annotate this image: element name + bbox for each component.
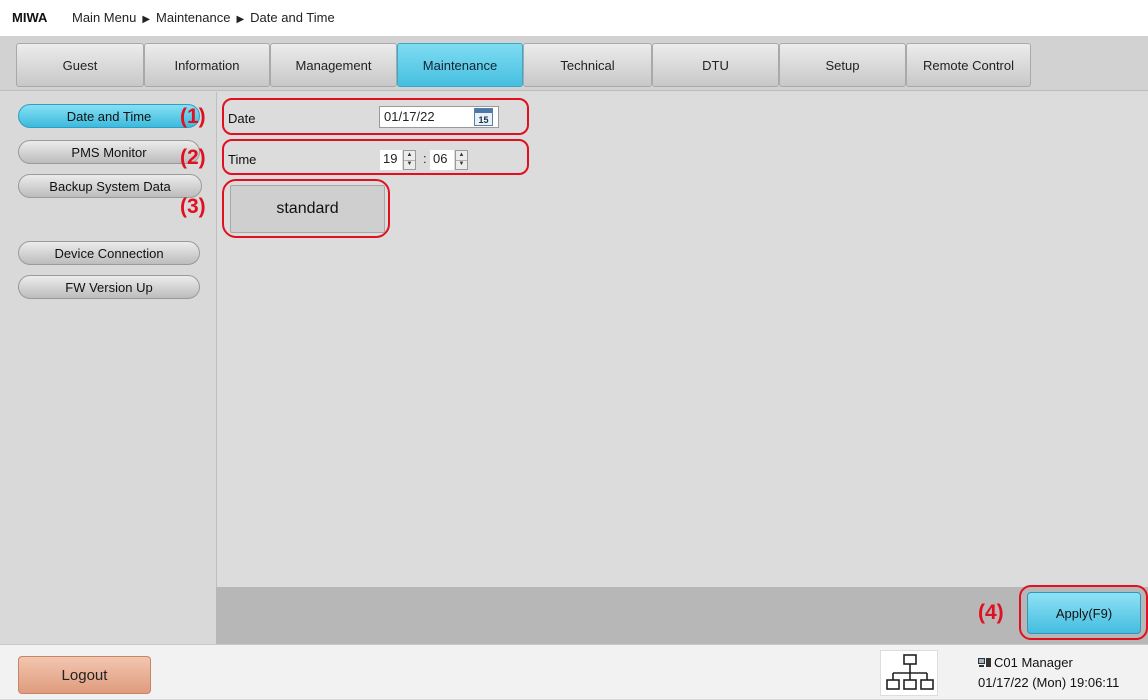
annotation-box-date <box>222 98 529 135</box>
sidebar-item-fw-version-up[interactable]: FW Version Up <box>18 275 200 299</box>
annotation-marker-1: (1) <box>180 105 206 128</box>
breadcrumb-arrow-icon: ▶ <box>236 14 245 25</box>
annotation-box-time <box>222 139 529 175</box>
action-bar <box>216 587 1148 644</box>
brand-logo: MIWA <box>12 10 48 25</box>
annotation-marker-3: (3) <box>180 195 206 218</box>
logout-button[interactable]: Logout <box>18 656 151 694</box>
breadcrumb-item-current: Date and Time <box>250 10 335 25</box>
breadcrumb: Main Menu ▶ Maintenance ▶ Date and Time <box>72 10 335 25</box>
tab-information[interactable]: Information <box>144 43 270 87</box>
tab-technical[interactable]: Technical <box>523 43 652 87</box>
tab-dtu[interactable]: DTU <box>652 43 779 87</box>
clock-text: 01/17/22 (Mon) 19:06:11 <box>978 675 1120 690</box>
tab-setup[interactable]: Setup <box>779 43 906 87</box>
annotation-marker-2: (2) <box>180 146 206 169</box>
tab-remote-control[interactable]: Remote Control <box>906 43 1031 87</box>
annotation-box-apply <box>1019 585 1148 640</box>
sidebar-item-pms-monitor[interactable]: PMS Monitor <box>18 140 200 164</box>
computer-icon <box>978 656 992 667</box>
sidebar-item-device-connection[interactable]: Device Connection <box>18 241 200 265</box>
breadcrumb-item-main-menu[interactable]: Main Menu <box>72 10 136 25</box>
tab-maintenance[interactable]: Maintenance <box>397 43 523 87</box>
user-info: C01 Manager <box>978 655 1073 670</box>
network-icon[interactable] <box>880 650 938 696</box>
sidebar-item-date-and-time[interactable]: Date and Time <box>18 104 200 128</box>
breadcrumb-item-maintenance[interactable]: Maintenance <box>156 10 230 25</box>
tab-management[interactable]: Management <box>270 43 397 87</box>
footer <box>0 644 1148 699</box>
breadcrumb-arrow-icon: ▶ <box>142 14 151 25</box>
annotation-marker-4: (4) <box>978 601 1004 624</box>
sidebar-item-backup-system-data[interactable]: Backup System Data <box>18 174 202 198</box>
user-name: C01 Manager <box>994 655 1073 670</box>
tab-guest[interactable]: Guest <box>16 43 144 87</box>
annotation-box-standard <box>222 179 390 238</box>
